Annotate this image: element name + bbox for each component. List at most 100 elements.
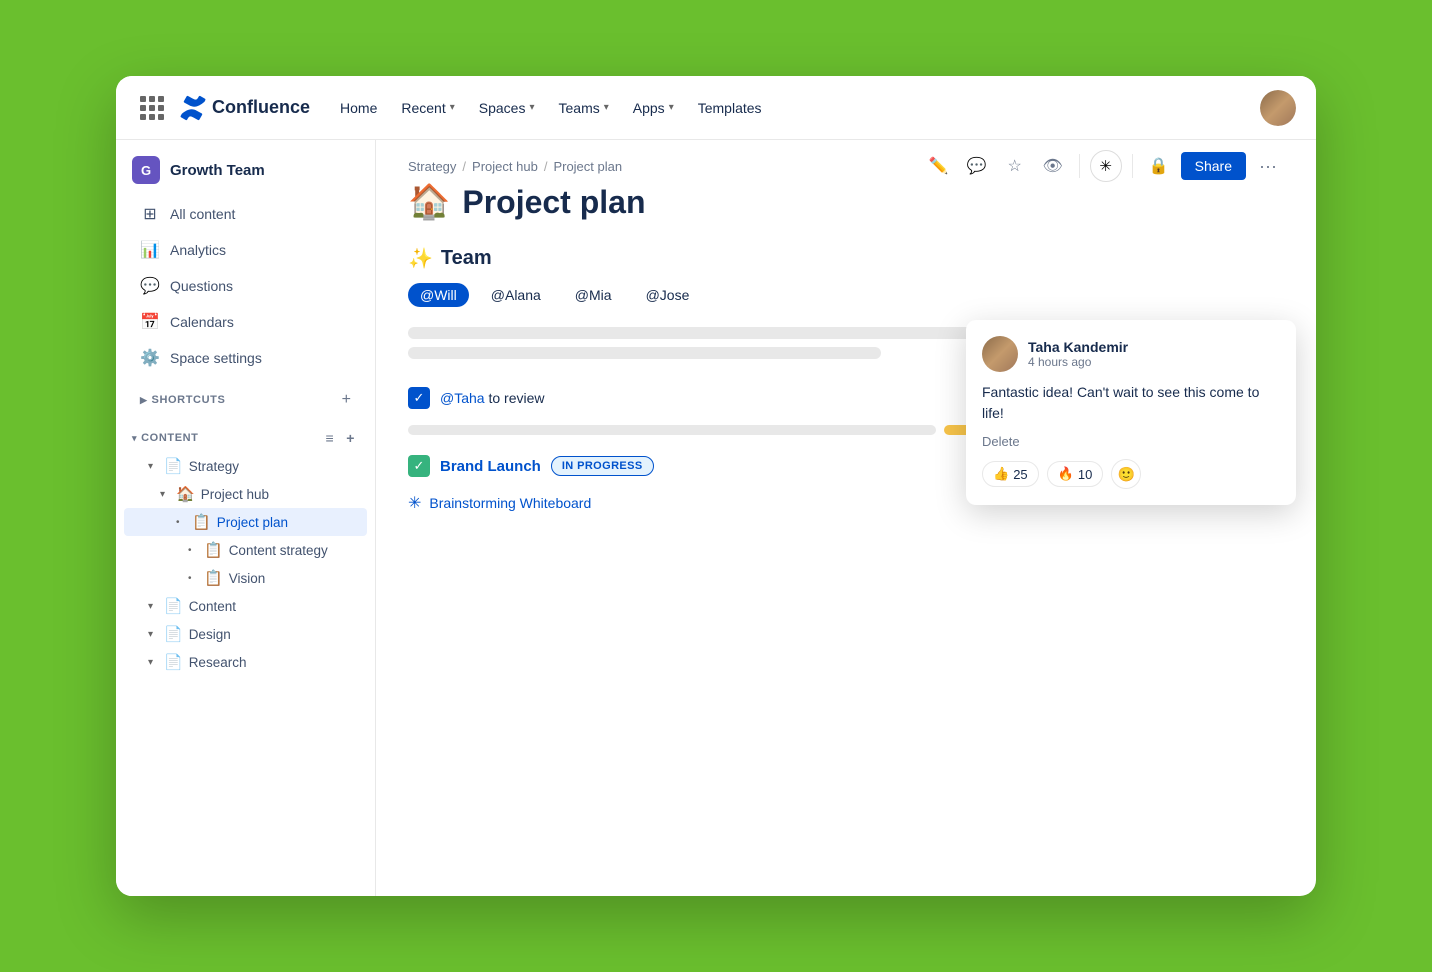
sidebar-space-header[interactable]: G Growth Team xyxy=(116,140,375,196)
ai-icon-button[interactable]: ✳ xyxy=(1090,150,1122,182)
nav-apps[interactable]: Apps ▾ xyxy=(623,94,684,122)
toolbar-divider-1 xyxy=(1079,154,1080,178)
star-icon-button[interactable]: ☆ xyxy=(999,150,1031,182)
tree-item-strategy[interactable]: ▾ 📄 Strategy xyxy=(124,452,367,480)
settings-icon: ⚙️ xyxy=(140,348,160,368)
design-toggle-icon: ▾ xyxy=(148,629,164,640)
breadcrumb-strategy[interactable]: Strategy xyxy=(408,159,456,174)
vision-toggle-icon: • xyxy=(188,573,204,584)
reaction-fire[interactable]: 🔥 10 xyxy=(1047,461,1104,487)
tree-item-content[interactable]: ▾ 📄 Content xyxy=(124,592,367,620)
research-toggle-icon: ▾ xyxy=(148,657,164,668)
nav-templates[interactable]: Templates xyxy=(688,94,772,122)
more-options-button[interactable]: ··· xyxy=(1252,150,1284,182)
comment-author-info: Taha Kandemir 4 hours ago xyxy=(1028,339,1128,369)
vision-icon: 📋 xyxy=(204,569,223,587)
lock-icon-button[interactable]: 🔒 xyxy=(1143,150,1175,182)
comment-header: Taha Kandemir 4 hours ago xyxy=(982,336,1280,372)
tree-item-design[interactable]: ▾ 📄 Design xyxy=(124,620,367,648)
questions-icon: 💬 xyxy=(140,276,160,296)
mention-mia[interactable]: @Mia xyxy=(563,283,624,307)
content-toggle[interactable]: ▾ CONTENT xyxy=(132,432,199,444)
project-hub-toggle-icon: ▾ xyxy=(160,489,176,500)
strategy-icon: 📄 xyxy=(164,457,183,475)
team-members-list: @Will @Alana @Mia @Jose xyxy=(408,283,1284,307)
nav-links: Home Recent ▾ Spaces ▾ Teams ▾ Apps ▾ Te… xyxy=(330,94,1248,122)
emoji-picker-button[interactable]: 🙂 xyxy=(1111,459,1141,489)
page-title: 🏠 Project plan xyxy=(408,182,1284,222)
team-sparkle-icon: ✨ xyxy=(408,246,433,271)
comment-reactions: 👍 25 🔥 10 🙂 xyxy=(982,459,1280,489)
task-text-taha: @Taha to review xyxy=(440,390,545,406)
analytics-icon: 📊 xyxy=(140,240,160,260)
page-toolbar: ✏️ 💬 ☆ 👁 ✳ 🔒 Share ··· xyxy=(923,150,1284,182)
confluence-logo-icon xyxy=(180,95,206,121)
shortcuts-toggle[interactable]: ▶ SHORTCUTS xyxy=(140,394,225,406)
content-strategy-toggle-icon: • xyxy=(188,545,204,556)
recent-caret-icon: ▾ xyxy=(450,102,455,113)
strategy-toggle-icon: ▾ xyxy=(148,461,164,472)
content-folder-icon: 📄 xyxy=(164,597,183,615)
fire-icon: 🔥 xyxy=(1058,466,1074,482)
calendars-icon: 📅 xyxy=(140,312,160,332)
mention-will[interactable]: @Will xyxy=(408,283,469,307)
tree-item-project-plan[interactable]: • 📋 Project plan xyxy=(124,508,367,536)
design-icon: 📄 xyxy=(164,625,183,643)
mention-jose[interactable]: @Jose xyxy=(634,283,702,307)
content-filter-icon[interactable]: ≡ xyxy=(321,428,338,448)
toolbar-divider-2 xyxy=(1132,154,1133,178)
nav-recent[interactable]: Recent ▾ xyxy=(391,94,464,122)
content-strategy-icon: 📋 xyxy=(204,541,223,559)
logo[interactable]: Confluence xyxy=(180,95,310,121)
grid-menu-icon[interactable] xyxy=(136,92,168,124)
tree-item-vision[interactable]: • 📋 Vision xyxy=(124,564,367,592)
sidebar-item-all-content[interactable]: ⊞ All content xyxy=(124,196,367,232)
all-content-icon: ⊞ xyxy=(140,204,160,224)
tree-item-content-strategy[interactable]: • 📋 Content strategy xyxy=(124,536,367,564)
top-navigation: Confluence Home Recent ▾ Spaces ▾ Teams … xyxy=(116,76,1316,140)
shortcuts-chevron-icon: ▶ xyxy=(140,395,148,406)
comment-timestamp: 4 hours ago xyxy=(1028,355,1128,369)
space-icon: G xyxy=(132,156,160,184)
brand-launch-status-badge: IN PROGRESS xyxy=(551,456,654,476)
team-section-heading: ✨ Team xyxy=(408,246,1284,271)
brand-launch-link[interactable]: Brand Launch xyxy=(440,458,541,475)
task-mention-taha[interactable]: @Taha xyxy=(440,390,485,406)
content-header-actions: ≡ + xyxy=(321,428,359,448)
app-body: G Growth Team ⊞ All content 📊 Analytics … xyxy=(116,140,1316,896)
content-chevron-icon: ▾ xyxy=(132,433,137,444)
comment-delete-button[interactable]: Delete xyxy=(982,434,1280,449)
edit-icon-button[interactable]: ✏️ xyxy=(923,150,955,182)
user-avatar[interactable] xyxy=(1260,90,1296,126)
sidebar-item-analytics[interactable]: 📊 Analytics xyxy=(124,232,367,268)
logo-text: Confluence xyxy=(212,97,310,118)
nav-teams[interactable]: Teams ▾ xyxy=(549,94,619,122)
placeholder-line-1 xyxy=(408,327,1039,339)
sidebar-item-questions[interactable]: 💬 Questions xyxy=(124,268,367,304)
share-button[interactable]: Share xyxy=(1181,152,1246,180)
nav-spaces[interactable]: Spaces ▾ xyxy=(469,94,545,122)
breadcrumb-project-plan[interactable]: Project plan xyxy=(553,159,622,174)
tree-item-project-hub[interactable]: ▾ 🏠 Project hub xyxy=(124,480,367,508)
content-section-header: ▾ CONTENT ≡ + xyxy=(116,418,375,452)
task-checkbox-taha[interactable]: ✓ xyxy=(408,387,430,409)
content-toggle-icon: ▾ xyxy=(148,601,164,612)
avatar-image xyxy=(1260,90,1296,126)
view-icon-button[interactable]: 👁 xyxy=(1037,150,1069,182)
comment-icon-button[interactable]: 💬 xyxy=(961,150,993,182)
teams-caret-icon: ▾ xyxy=(604,102,609,113)
sidebar-item-calendars[interactable]: 📅 Calendars xyxy=(124,304,367,340)
app-window: Confluence Home Recent ▾ Spaces ▾ Teams … xyxy=(116,76,1316,896)
nav-home[interactable]: Home xyxy=(330,94,387,122)
page-content: 🏠 Project plan ✨ Team @Will @Alana @Mia … xyxy=(376,182,1316,896)
brand-launch-checkbox[interactable]: ✓ xyxy=(408,455,430,477)
shortcuts-section-header: ▶ SHORTCUTS + xyxy=(124,384,367,412)
project-plan-toggle-icon: • xyxy=(176,517,192,528)
reaction-thumbs-up[interactable]: 👍 25 xyxy=(982,461,1039,487)
shortcuts-add-button[interactable]: + xyxy=(342,392,351,408)
tree-item-research[interactable]: ▾ 📄 Research xyxy=(124,648,367,676)
breadcrumb-project-hub[interactable]: Project hub xyxy=(472,159,538,174)
content-add-icon[interactable]: + xyxy=(342,428,359,448)
mention-alana[interactable]: @Alana xyxy=(479,283,553,307)
sidebar-item-space-settings[interactable]: ⚙️ Space settings xyxy=(124,340,367,376)
